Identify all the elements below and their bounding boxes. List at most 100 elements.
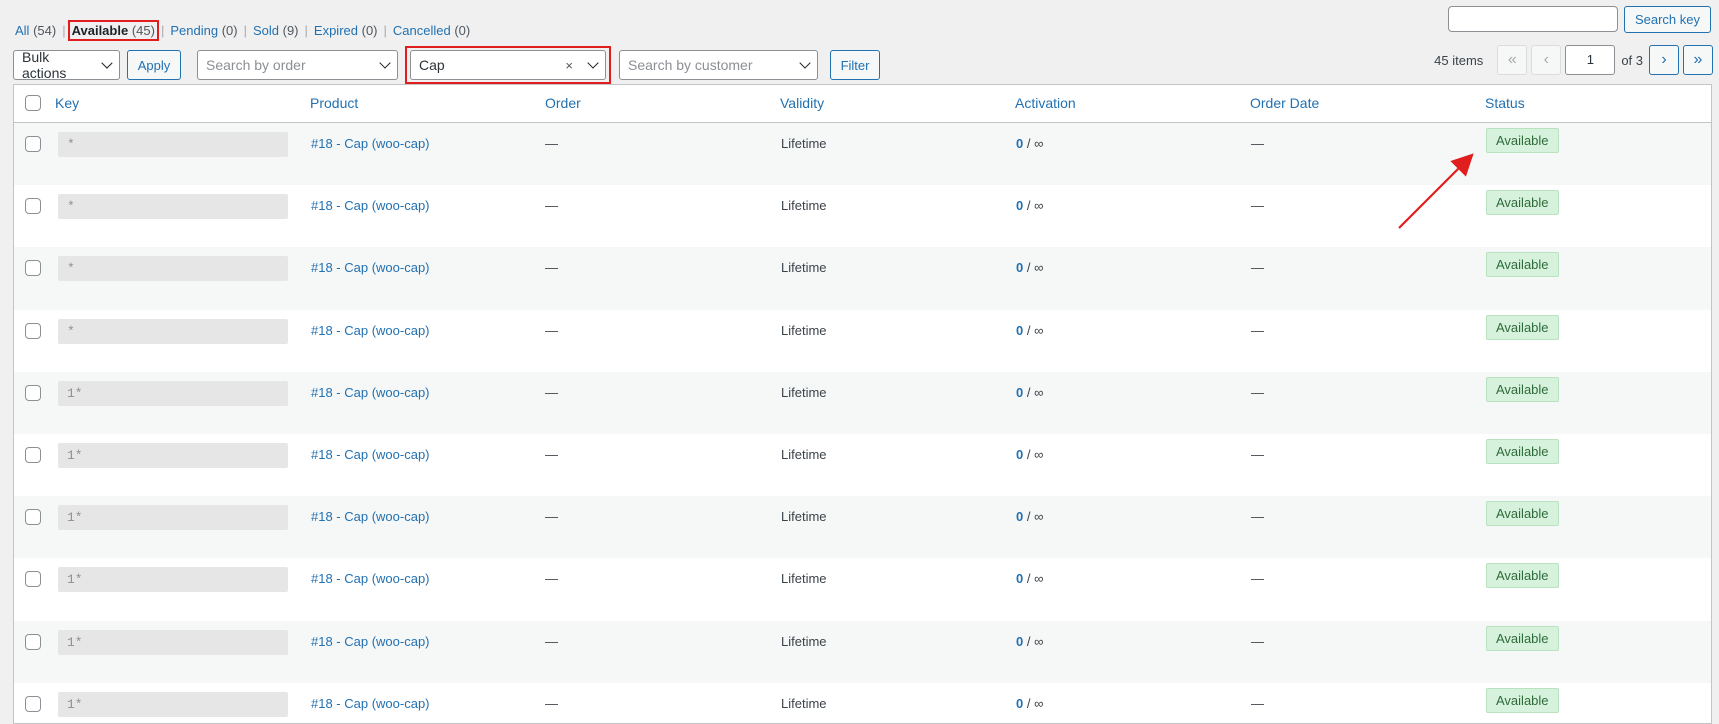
product-link[interactable]: #18 - Cap (woo-cap)	[311, 696, 430, 711]
order-search-select[interactable]: Search by order	[197, 50, 398, 80]
status-badge: Available	[1486, 314, 1559, 340]
bulk-actions-select[interactable]: Bulk actions	[13, 49, 120, 81]
separator: |	[62, 23, 66, 38]
first-page-button[interactable]: «	[1497, 45, 1528, 75]
activation-max: / ∞	[1023, 322, 1044, 338]
filter-sold-count: (9)	[282, 23, 299, 38]
order-date-cell: —	[1251, 446, 1264, 462]
activation-cell: 0 / ∞	[1016, 385, 1043, 400]
product-link[interactable]: #18 - Cap (woo-cap)	[311, 509, 430, 524]
product-link[interactable]: #18 - Cap (woo-cap)	[311, 634, 430, 649]
order-date-cell: —	[1251, 322, 1264, 338]
validity-cell: Lifetime	[781, 136, 827, 151]
filter-pending-count: (0)	[221, 23, 238, 38]
column-activation[interactable]: Activation	[1015, 95, 1076, 111]
filter-button[interactable]: Filter	[830, 50, 880, 80]
order-cell: —	[545, 446, 558, 462]
customer-search-select[interactable]: Search by customer	[619, 50, 818, 80]
license-key-field[interactable]: 1*	[58, 442, 288, 468]
search-input[interactable]	[1447, 6, 1618, 32]
bulk-actions-label: Bulk actions	[22, 49, 67, 81]
order-date-cell: —	[1251, 198, 1264, 214]
filter-pending[interactable]: Pending (0)	[170, 23, 237, 38]
product-link[interactable]: #18 - Cap (woo-cap)	[311, 385, 430, 400]
license-key-field[interactable]: 1*	[58, 505, 288, 531]
activation-max: / ∞	[1023, 446, 1044, 462]
row-checkbox[interactable]	[25, 695, 41, 712]
column-status[interactable]: Status	[1485, 95, 1525, 111]
current-page-input[interactable]: 1	[1565, 45, 1616, 75]
validity-cell: Lifetime	[781, 633, 827, 649]
prev-page-button[interactable]: ‹	[1531, 45, 1562, 75]
select-all-checkbox[interactable]	[25, 95, 41, 111]
order-cell: —	[545, 260, 558, 276]
separator: |	[243, 23, 247, 38]
column-order[interactable]: Order	[545, 95, 581, 111]
column-validity[interactable]: Validity	[780, 95, 824, 111]
row-checkbox[interactable]	[25, 633, 41, 650]
filter-all[interactable]: All (54)	[15, 23, 56, 38]
filter-sold[interactable]: Sold (9)	[253, 23, 299, 38]
row-checkbox[interactable]	[25, 322, 41, 339]
activation-max: / ∞	[1023, 695, 1044, 711]
filter-cancelled[interactable]: Cancelled (0)	[393, 23, 470, 38]
activation-cell: 0 / ∞	[1016, 696, 1043, 711]
column-key[interactable]: Key	[55, 95, 79, 111]
license-key-field[interactable]: 1*	[58, 380, 288, 406]
activation-cell: 0 / ∞	[1016, 571, 1043, 586]
row-checkbox[interactable]	[25, 446, 41, 463]
license-keys-table: Key Product Order Validity Activation Or…	[13, 84, 1712, 724]
license-key-field[interactable]: *	[58, 256, 288, 282]
clear-icon[interactable]: ×	[565, 58, 573, 73]
product-link[interactable]: #18 - Cap (woo-cap)	[311, 447, 430, 462]
status-badge: Available	[1486, 252, 1559, 278]
table-row: 1* #18 - Cap (woo-cap) — Lifetime 0 / ∞ — Avai…	[14, 496, 1711, 559]
table-row: 1* #18 - Cap (woo-cap) — Lifetime 0 / ∞ — Avai…	[14, 434, 1711, 496]
license-key-field[interactable]: *	[58, 318, 288, 344]
status-badge: Available	[1486, 438, 1559, 464]
column-product[interactable]: Product	[310, 95, 358, 111]
filter-available[interactable]: Available (45)	[72, 23, 155, 38]
current-filter-highlight: Available (45)	[67, 20, 159, 41]
license-key-field[interactable]: 1*	[58, 567, 288, 593]
product-link[interactable]: #18 - Cap (woo-cap)	[311, 323, 430, 338]
order-cell: —	[545, 198, 558, 214]
license-key-field[interactable]: *	[58, 132, 288, 157]
filter-expired[interactable]: Expired (0)	[314, 23, 378, 38]
product-link[interactable]: #18 - Cap (woo-cap)	[311, 136, 430, 151]
product-link[interactable]: #18 - Cap (woo-cap)	[311, 571, 430, 586]
table-row: 1* #18 - Cap (woo-cap) — Lifetime 0 / ∞ — Avai…	[14, 620, 1711, 683]
product-link[interactable]: #18 - Cap (woo-cap)	[311, 260, 430, 275]
license-key-field[interactable]: 1*	[58, 629, 288, 655]
row-checkbox[interactable]	[25, 198, 41, 215]
activation-cell: 0 / ∞	[1016, 634, 1043, 649]
row-checkbox[interactable]	[25, 260, 41, 277]
product-link[interactable]: #18 - Cap (woo-cap)	[311, 198, 430, 213]
table-row: * #18 - Cap (woo-cap) — Lifetime 0 / ∞ — Avail…	[14, 185, 1711, 247]
row-checkbox[interactable]	[25, 136, 41, 152]
row-checkbox[interactable]	[25, 571, 41, 588]
row-checkbox[interactable]	[25, 384, 41, 401]
validity-cell: Lifetime	[781, 384, 827, 400]
row-checkbox[interactable]	[25, 509, 41, 526]
table-row: * #18 - Cap (woo-cap) — Lifetime 0 / ∞ — Avail…	[14, 247, 1711, 310]
license-key-field[interactable]: 1*	[58, 691, 288, 717]
apply-button[interactable]: Apply	[127, 50, 181, 80]
order-cell: —	[545, 633, 558, 649]
status-badge: Available	[1486, 128, 1559, 153]
chevron-down-icon	[587, 57, 599, 69]
status-badge: Available	[1486, 501, 1559, 527]
order-date-cell: —	[1251, 633, 1264, 649]
column-order-date[interactable]: Order Date	[1250, 95, 1319, 111]
next-page-button[interactable]: ›	[1649, 45, 1679, 75]
search-key-button[interactable]: Search key	[1623, 6, 1711, 33]
validity-cell: Lifetime	[781, 509, 827, 525]
table-row: * #18 - Cap (woo-cap) — Lifetime 0 / ∞ — Avail…	[14, 123, 1711, 186]
product-search-select[interactable]: Cap ×	[410, 50, 606, 80]
validity-cell: Lifetime	[781, 446, 827, 462]
license-key-field[interactable]: *	[58, 194, 288, 220]
activation-max: / ∞	[1023, 198, 1044, 214]
last-page-button[interactable]: »	[1683, 45, 1713, 75]
customer-search-placeholder: Search by customer	[628, 57, 753, 73]
separator: |	[304, 23, 308, 38]
